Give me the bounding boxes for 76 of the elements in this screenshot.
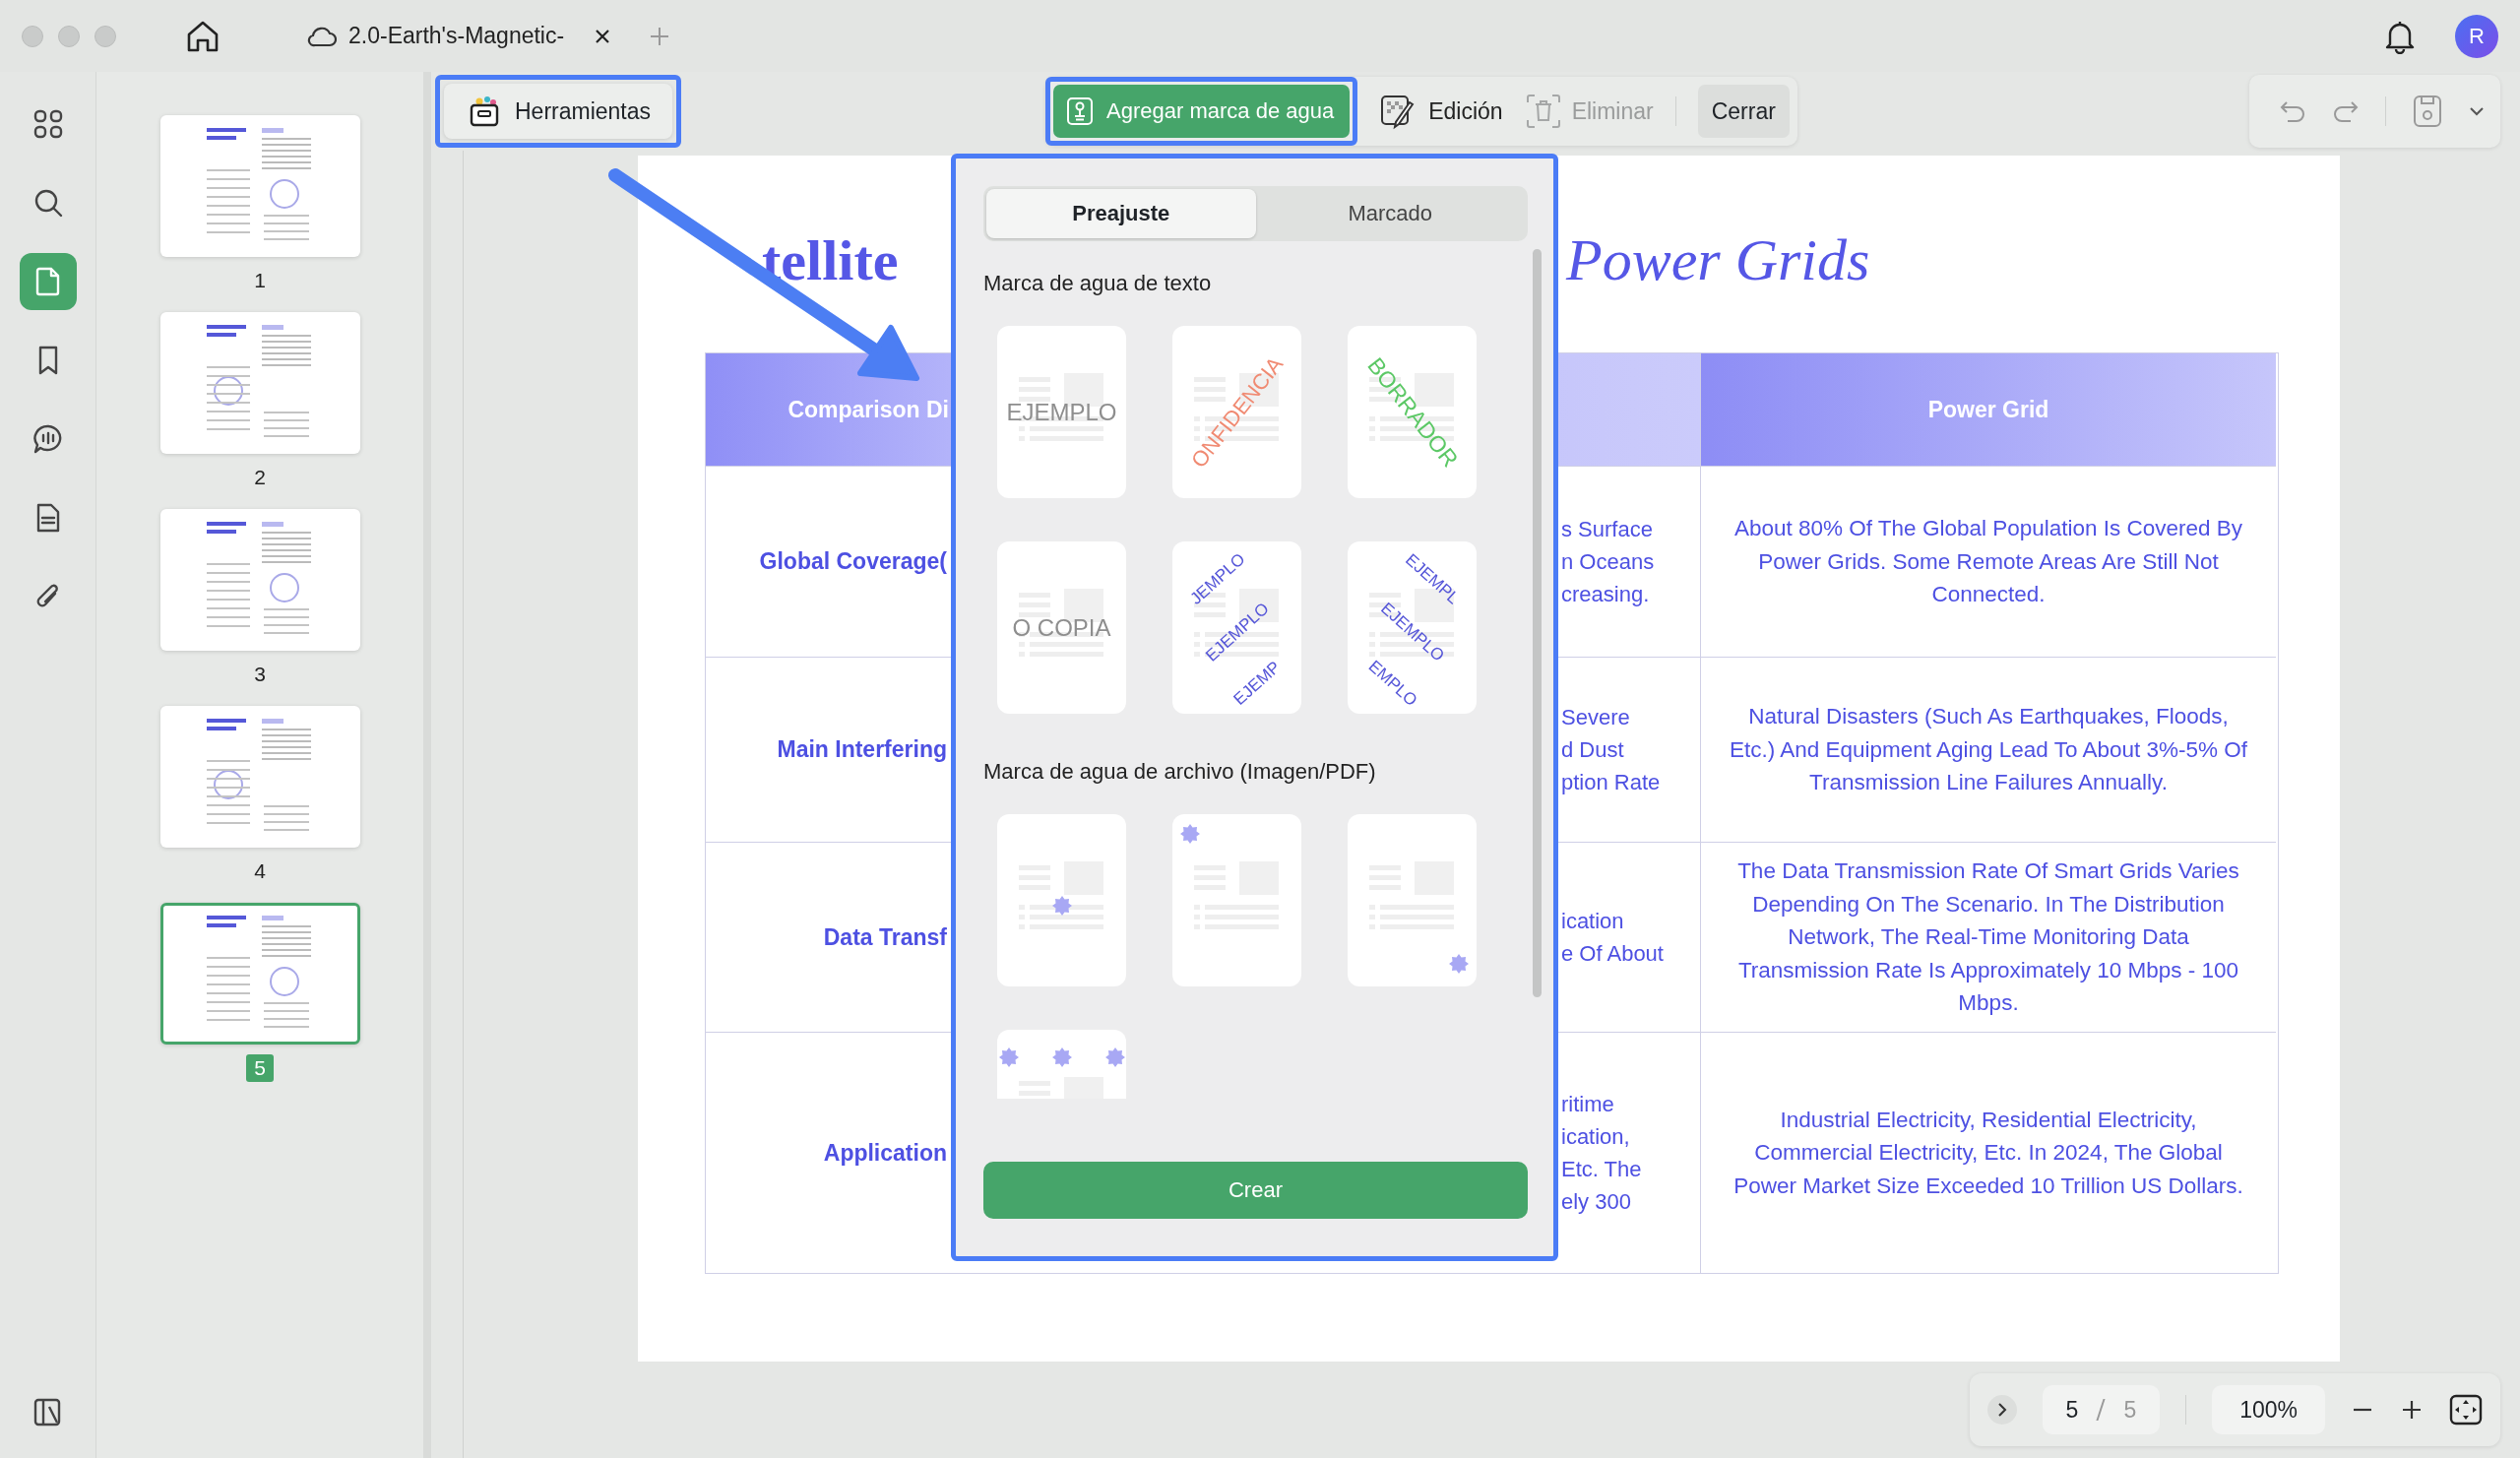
table-cell: Application <box>823 1139 947 1167</box>
create-button[interactable]: Crear <box>983 1162 1528 1219</box>
watermark-preset[interactable]: EJEMPLO <box>997 326 1126 498</box>
page-number: 5 <box>246 1054 274 1082</box>
table-cell-text: Etc. The <box>1561 1156 1643 1183</box>
seal-icon <box>1052 1047 1072 1067</box>
fit-screen-icon[interactable] <box>2449 1394 2483 1426</box>
document-title: tellite <box>762 227 899 293</box>
seal-icon <box>1052 896 1072 916</box>
cloud-icon <box>307 25 337 47</box>
page-field[interactable]: 5 5 <box>2042 1385 2161 1434</box>
zoom-in-icon[interactable] <box>2400 1398 2424 1422</box>
current-page: 5 <box>2065 1396 2079 1424</box>
tab-title: 2.0-Earth's-Magnetic- <box>348 23 565 49</box>
save-icon[interactable] <box>2412 94 2443 129</box>
table-cell-text: The Data Transmission Rate Of Smart Grids Varies Depending On The Scenario. In The Distribution Network, The Real-Time Monitoring Data Transmission Rate Is Approximately 10 Mbps - 100 Mbps. <box>1736 857 2240 1018</box>
close-icon[interactable] <box>594 27 612 45</box>
table-cell-text: ication <box>1561 908 1625 935</box>
new-tab-icon[interactable] <box>649 25 671 47</box>
table-cell-text: s Surface <box>1561 516 1654 543</box>
table-cell-text: ritime <box>1561 1091 1615 1118</box>
watermark-preset[interactable]: O COPIA <box>997 541 1126 714</box>
page-thumbnail[interactable] <box>159 509 360 651</box>
close-button[interactable]: Cerrar <box>1697 85 1790 138</box>
panel-tab[interactable]: Preajuste <box>986 189 1256 238</box>
table-cell-text: Natural Disasters (Such As Earthquakes, Floods, Etc.) And Equipment Aging Lead To About 3%-5% Of Transmission Line Failures Annually. <box>1728 703 2249 797</box>
add-watermark-button[interactable]: Agregar marca de agua <box>1053 85 1351 138</box>
caret-icon[interactable] <box>2469 105 2485 117</box>
table-cell-text: d Dust <box>1561 736 1625 764</box>
pages-icon[interactable] <box>19 253 77 310</box>
page-thumbnail[interactable] <box>159 312 360 454</box>
document-tab[interactable]: 2.0-Earth's-Magnetic- <box>293 10 626 62</box>
watermark-text: EJEMPLO <box>1006 400 1117 424</box>
avatar[interactable]: R <box>2455 14 2498 58</box>
table-cell-text: Industrial Electricity, Residential Electricity, Commercial Electricity, Etc. In 2024, The Global Power Market Size Exceeded 10 Trillion US Dollars. <box>1732 1106 2244 1200</box>
table-cell-text: creasing. <box>1561 581 1651 608</box>
redo-icon[interactable] <box>2332 98 2360 124</box>
edit-button[interactable]: Edición <box>1379 93 1503 130</box>
undo-icon[interactable] <box>2279 98 2306 124</box>
page-number: 1 <box>253 268 267 293</box>
section-heading: Marca de agua de archivo (Imagen/PDF) <box>983 759 1377 785</box>
watermark-text: O COPIA <box>1012 615 1111 640</box>
section-heading: Marca de agua de texto <box>983 271 1213 296</box>
zoom-field[interactable]: 100% <box>2212 1385 2325 1434</box>
table-cell-text: ption Rate <box>1561 769 1662 796</box>
page-number: 2 <box>253 465 267 490</box>
seal-icon <box>1449 954 1469 974</box>
table-cell-text: e Of About <box>1561 940 1665 968</box>
chevron-icon[interactable] <box>1986 1395 2017 1425</box>
table-cell-text: Severe <box>1561 704 1631 731</box>
seal-icon <box>999 1047 1019 1067</box>
toolbox-icon <box>468 95 501 128</box>
watermark-preset[interactable] <box>997 1030 1126 1099</box>
page-thumbnail[interactable] <box>159 706 360 848</box>
panel-tab[interactable]: Marcado <box>1255 189 1525 238</box>
table-cell: Global Coverage( <box>759 548 947 575</box>
page-thumbnail[interactable] <box>159 115 360 257</box>
stamp-icon <box>1065 95 1096 127</box>
scrollbar[interactable] <box>1533 249 1542 997</box>
page-thumbnail[interactable] <box>159 903 360 1045</box>
tools-button[interactable]: Herramientas <box>444 84 673 139</box>
table-cell-text: ication, <box>1561 1123 1631 1151</box>
total-pages: 5 <box>2123 1396 2137 1424</box>
table-cell-text: n Oceans <box>1561 548 1656 576</box>
trash-icon <box>1524 93 1562 130</box>
table-cell: Data Transf <box>823 923 947 951</box>
home-icon[interactable] <box>185 19 220 53</box>
table-cell-text: About 80% Of The Global Population Is Covered By Power Grids. Some Remote Areas Are Still Not Connected. <box>1732 515 2244 609</box>
seal-icon <box>1180 824 1200 844</box>
table-cell: Main Interfering <box>777 736 947 763</box>
seal-icon <box>1105 1047 1125 1067</box>
page-number: 4 <box>253 858 267 884</box>
document-title: Power Grids <box>1564 226 1871 294</box>
table-cell-text: ely 300 <box>1561 1188 1632 1216</box>
page-number: 3 <box>253 662 267 687</box>
table-header: Power Grid <box>1700 353 2276 466</box>
